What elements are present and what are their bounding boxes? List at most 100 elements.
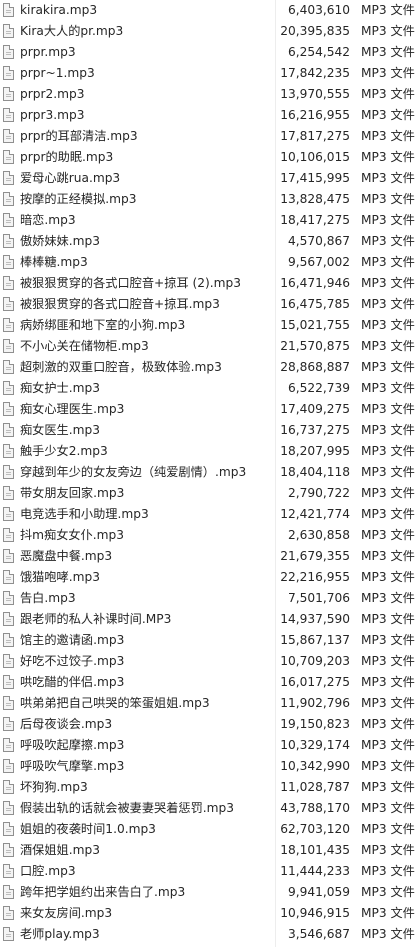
file-row[interactable]: 被狠狠贯穿的各式口腔音+掠耳.mp3 16,475,785 MP3 文件	[0, 294, 420, 315]
file-row[interactable]: 电竞选手和小助理.mp3 12,421,774 MP3 文件	[0, 504, 420, 525]
file-type: MP3 文件	[361, 339, 415, 353]
file-name: 被狠狠贯穿的各式口腔音+掠耳.mp3	[20, 297, 220, 311]
file-type: MP3 文件	[361, 360, 415, 374]
file-name: kirakira.mp3	[20, 3, 98, 17]
file-size: 16,017,275	[280, 675, 350, 689]
file-row[interactable]: 恶魔盘中餐.mp3 21,679,355 MP3 文件	[0, 546, 420, 567]
file-size: 2,630,858	[287, 528, 350, 542]
file-row[interactable]: 好吃不过饺子.mp3 10,709,203 MP3 文件	[0, 651, 420, 672]
file-row[interactable]: 痴女医生.mp3 16,737,275 MP3 文件	[0, 420, 420, 441]
file-row[interactable]: 痴女心理医生.mp3 17,409,275 MP3 文件	[0, 399, 420, 420]
file-type: MP3 文件	[361, 801, 415, 815]
file-row[interactable]: 老师play.mp3 3,546,687 MP3 文件	[0, 924, 420, 945]
file-row[interactable]: kirakira.mp3 6,403,610 MP3 文件	[0, 0, 420, 21]
file-size: 13,970,555	[280, 87, 350, 101]
file-name: 老师play.mp3	[20, 927, 100, 941]
file-row[interactable]: 酒保姐姐.mp3 18,101,435 MP3 文件	[0, 840, 420, 861]
file-row[interactable]: 馆主的邀请函.mp3 15,867,137 MP3 文件	[0, 630, 420, 651]
file-size: 16,737,275	[280, 423, 350, 437]
file-row[interactable]: 傲娇妹妹.mp3 4,570,867 MP3 文件	[0, 231, 420, 252]
file-name: 不小心关在储物柜.mp3	[20, 339, 149, 353]
file-row[interactable]: 后母夜谈会.mp3 19,150,823 MP3 文件	[0, 714, 420, 735]
file-row[interactable]: 被狠狠贯穿的各式口腔音+掠耳 (2).mp3 16,471,946 MP3 文件	[0, 273, 420, 294]
file-row[interactable]: 跨年把学姐约出来告白了.mp3 9,941,059 MP3 文件	[0, 882, 420, 903]
file-name: prpr.mp3	[20, 45, 76, 59]
file-row[interactable]: 病娇绑匪和地下室的小狗.mp3 15,021,755 MP3 文件	[0, 315, 420, 336]
file-size: 4,570,867	[287, 234, 350, 248]
file-size: 15,021,755	[280, 318, 350, 332]
file-type: MP3 文件	[361, 150, 415, 164]
file-size: 18,404,118	[280, 465, 350, 479]
audio-file-icon	[3, 3, 14, 17]
file-type: MP3 文件	[361, 255, 415, 269]
file-size: 22,216,955	[280, 570, 350, 584]
file-row[interactable]: 来女友房间.mp3 10,946,915 MP3 文件	[0, 903, 420, 924]
file-type: MP3 文件	[361, 906, 415, 920]
file-row[interactable]: 假装出轨的话就会被妻妻哭着惩罚.mp3 43,788,170 MP3 文件	[0, 798, 420, 819]
file-row[interactable]: 超刺激的双重口腔音，极致体验.mp3 28,868,887 MP3 文件	[0, 357, 420, 378]
file-type: MP3 文件	[361, 318, 415, 332]
file-row[interactable]: prpr.mp3 6,254,542 MP3 文件	[0, 42, 420, 63]
file-type: MP3 文件	[361, 843, 415, 857]
file-row[interactable]: 口腔.mp3 11,444,233 MP3 文件	[0, 861, 420, 882]
file-row[interactable]: 带女朋友回家.mp3 2,790,722 MP3 文件	[0, 483, 420, 504]
file-type: MP3 文件	[361, 528, 415, 542]
file-size: 3,546,687	[287, 927, 350, 941]
file-row[interactable]: 姐姐的夜袭时间1.0.mp3 62,703,120 MP3 文件	[0, 819, 420, 840]
file-row[interactable]: 呼吸吹起摩擦.mp3 10,329,174 MP3 文件	[0, 735, 420, 756]
file-row[interactable]: prpr2.mp3 13,970,555 MP3 文件	[0, 84, 420, 105]
file-name: prpr2.mp3	[20, 87, 85, 101]
file-row[interactable]: 哄弟弟把自己哄哭的笨蛋姐姐.mp3 11,902,796 MP3 文件	[0, 693, 420, 714]
file-row[interactable]: prpr~1.mp3 17,842,235 MP3 文件	[0, 63, 420, 84]
file-type: MP3 文件	[361, 738, 415, 752]
audio-file-icon	[3, 234, 14, 248]
file-row[interactable]: 呼吸吹气摩擎.mp3 10,342,990 MP3 文件	[0, 756, 420, 777]
file-name: 超刺激的双重口腔音，极致体验.mp3	[20, 360, 222, 374]
file-row[interactable]: 不小心关在储物柜.mp3 21,570,875 MP3 文件	[0, 336, 420, 357]
file-row[interactable]: 哄吃醋的伴侣.mp3 16,017,275 MP3 文件	[0, 672, 420, 693]
file-row[interactable]: prpr3.mp3 16,216,955 MP3 文件	[0, 105, 420, 126]
file-row[interactable]: Kira大人的pr.mp3 20,395,835 MP3 文件	[0, 21, 420, 42]
file-row[interactable]: 爱母心跳rua.mp3 17,415,995 MP3 文件	[0, 168, 420, 189]
file-type: MP3 文件	[361, 465, 415, 479]
file-size: 21,679,355	[280, 549, 350, 563]
file-type: MP3 文件	[361, 423, 415, 437]
audio-file-icon	[3, 402, 14, 416]
file-row[interactable]: prpr的助眠.mp3 10,106,015 MP3 文件	[0, 147, 420, 168]
audio-file-icon	[3, 360, 14, 374]
file-row[interactable]: 告白.mp3 7,501,706 MP3 文件	[0, 588, 420, 609]
audio-file-icon	[3, 486, 14, 500]
file-name: 馆主的邀请函.mp3	[20, 633, 125, 647]
file-name: 酒保姐姐.mp3	[20, 843, 100, 857]
audio-file-icon	[3, 885, 14, 899]
file-row[interactable]: prpr的耳部清洁.mp3 17,817,275 MP3 文件	[0, 126, 420, 147]
file-row[interactable]: 按摩的正经模拟.mp3 13,828,475 MP3 文件	[0, 189, 420, 210]
file-type: MP3 文件	[361, 717, 415, 731]
audio-file-icon	[3, 633, 14, 647]
file-row[interactable]: 坏狗狗.mp3 11,028,787 MP3 文件	[0, 777, 420, 798]
file-row[interactable]: 痴女护士.mp3 6,522,739 MP3 文件	[0, 378, 420, 399]
file-row[interactable]: 穿越到年少的女友旁边（纯爱剧情）.mp3 18,404,118 MP3 文件	[0, 462, 420, 483]
file-name: prpr~1.mp3	[20, 66, 95, 80]
file-row[interactable]: 棒棒糖.mp3 9,567,002 MP3 文件	[0, 252, 420, 273]
file-size: 10,946,915	[280, 906, 350, 920]
file-size: 17,842,235	[280, 66, 350, 80]
file-name: 假装出轨的话就会被妻妻哭着惩罚.mp3	[20, 801, 235, 815]
file-row[interactable]: 暗恋.mp3 18,417,275 MP3 文件	[0, 210, 420, 231]
file-type: MP3 文件	[361, 612, 415, 626]
file-row[interactable]: 跟老师的私人补课时间.MP3 14,937,590 MP3 文件	[0, 609, 420, 630]
file-type: MP3 文件	[361, 297, 415, 311]
file-name: prpr的助眠.mp3	[20, 150, 114, 164]
file-size: 12,421,774	[280, 507, 350, 521]
file-row[interactable]: 触手少女2.mp3 18,207,995 MP3 文件	[0, 441, 420, 462]
file-type: MP3 文件	[361, 108, 415, 122]
file-size: 7,501,706	[287, 591, 350, 605]
audio-file-icon	[3, 570, 14, 584]
file-name: 饿猫咆哮.mp3	[20, 570, 100, 584]
file-row[interactable]: 抖m痴女女仆.mp3 2,630,858 MP3 文件	[0, 525, 420, 546]
audio-file-icon	[3, 255, 14, 269]
file-name: 触手少女2.mp3	[20, 444, 108, 458]
file-type: MP3 文件	[361, 654, 415, 668]
file-size: 62,703,120	[280, 822, 350, 836]
file-row[interactable]: 饿猫咆哮.mp3 22,216,955 MP3 文件	[0, 567, 420, 588]
